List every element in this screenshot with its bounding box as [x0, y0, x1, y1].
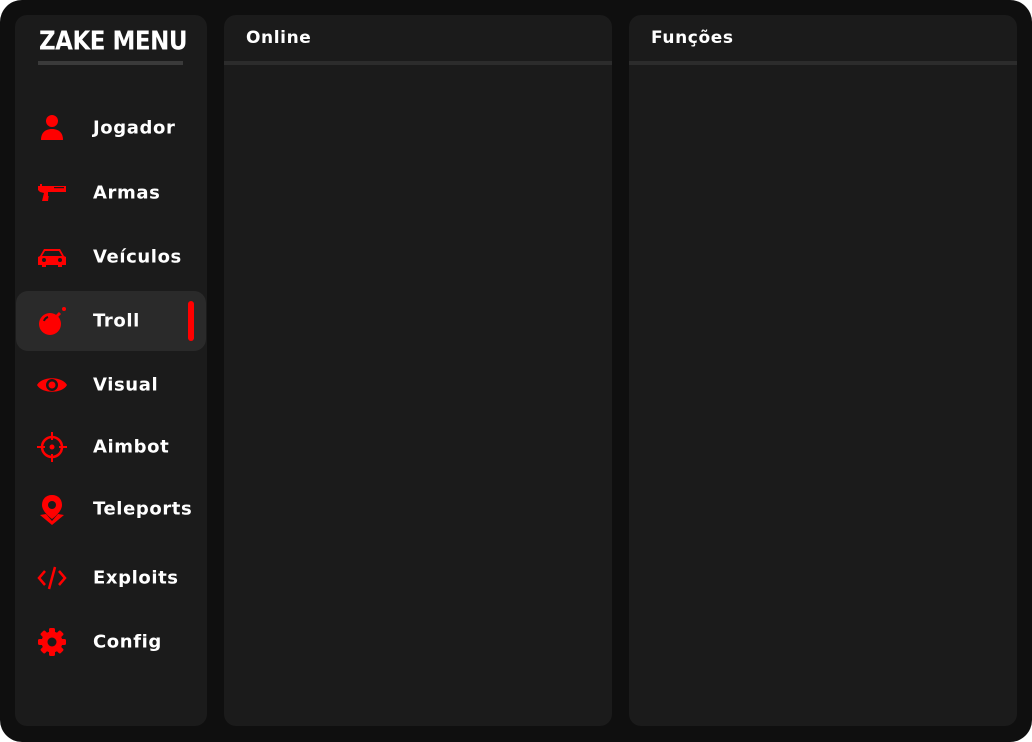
- sidebar-item-armas[interactable]: Armas: [16, 163, 206, 223]
- sidebar-item-veiculos[interactable]: Veículos: [16, 227, 206, 287]
- map-pin-icon: [36, 493, 68, 525]
- logo-underline: [38, 61, 183, 65]
- sidebar-item-label: Exploits: [93, 567, 179, 589]
- panel-title: Online: [246, 28, 312, 48]
- eye-icon: [36, 369, 68, 401]
- gear-icon: [36, 626, 68, 658]
- sidebar-item-label: Config: [93, 631, 162, 653]
- menu-window: ZAKE MENU Jogador Armas Veículos Troll V…: [0, 0, 1032, 742]
- sidebar-item-label: Armas: [93, 182, 161, 204]
- sidebar-item-teleports[interactable]: Teleports: [16, 479, 206, 539]
- sidebar-item-label: Jogador: [93, 117, 176, 139]
- online-panel-body: [224, 65, 612, 726]
- pistol-icon: [36, 177, 68, 209]
- sidebar-item-label: Aimbot: [93, 436, 170, 458]
- sidebar-item-aimbot[interactable]: Aimbot: [16, 417, 206, 477]
- online-panel-header: Online: [224, 15, 612, 61]
- bomb-icon: [36, 305, 68, 337]
- functions-panel-body: [629, 65, 1017, 726]
- functions-panel-header: Funções: [629, 15, 1017, 61]
- online-panel: Online: [224, 15, 612, 726]
- sidebar-item-troll[interactable]: Troll: [16, 291, 206, 351]
- sidebar-item-config[interactable]: Config: [16, 612, 206, 672]
- sidebar: ZAKE MENU Jogador Armas Veículos Troll V…: [15, 15, 207, 726]
- sidebar-item-label: Visual: [93, 374, 159, 396]
- sidebar-item-exploits[interactable]: Exploits: [16, 548, 206, 608]
- code-icon: [36, 562, 68, 594]
- app-logo: ZAKE MENU: [39, 27, 188, 57]
- sidebar-item-label: Teleports: [93, 498, 193, 520]
- car-icon: [36, 241, 68, 273]
- sidebar-item-label: Veículos: [93, 246, 182, 268]
- active-indicator: [188, 301, 194, 341]
- functions-panel: Funções: [629, 15, 1017, 726]
- panel-title: Funções: [651, 28, 734, 48]
- sidebar-item-jogador[interactable]: Jogador: [16, 98, 206, 158]
- crosshair-icon: [36, 431, 68, 463]
- user-icon: [36, 112, 68, 144]
- sidebar-item-label: Troll: [93, 310, 140, 332]
- sidebar-item-visual[interactable]: Visual: [16, 355, 206, 415]
